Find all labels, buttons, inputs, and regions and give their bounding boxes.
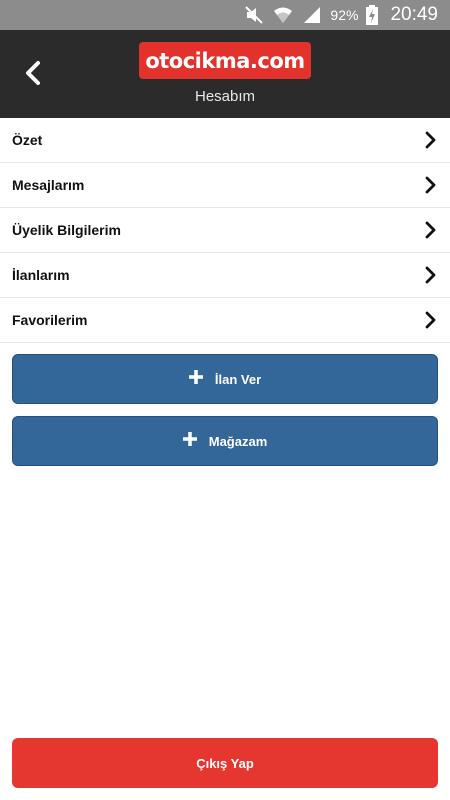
page-title: Hesabım: [194, 88, 256, 105]
chevron-right-icon: [424, 176, 438, 194]
menu-item-ilanlarim[interactable]: İlanlarım: [0, 253, 450, 298]
plus-icon: [188, 369, 203, 389]
chevron-right-icon: [424, 221, 438, 239]
signal-icon: [302, 5, 322, 25]
app-header: otocikma.com Hesabım: [0, 30, 450, 118]
mute-icon: [244, 5, 264, 25]
menu-item-uyelik-bilgilerim[interactable]: Üyelik Bilgilerim: [0, 208, 450, 253]
chevron-right-icon: [424, 311, 438, 329]
account-menu: Özet Mesajlarım Üyelik Bilgilerim İlanla…: [0, 118, 450, 343]
menu-item-label: Özet: [12, 132, 43, 148]
battery-percent: 92%: [330, 7, 359, 23]
my-store-label: Mağazam: [208, 433, 268, 449]
post-ad-button[interactable]: İlan Ver: [12, 354, 438, 404]
wifi-icon: [272, 5, 294, 25]
plus-icon: [182, 431, 197, 451]
chevron-right-icon: [424, 266, 438, 284]
chevron-left-icon: [22, 60, 44, 91]
menu-item-favorilerim[interactable]: Favorilerim: [0, 298, 450, 343]
logout-button[interactable]: Çıkış Yap: [12, 738, 438, 788]
menu-item-mesajlarim[interactable]: Mesajlarım: [0, 163, 450, 208]
battery-charging-icon: [366, 5, 379, 25]
menu-item-label: Favorilerim: [12, 312, 88, 328]
chevron-right-icon: [424, 131, 438, 149]
status-bar: 92% 20:49: [0, 0, 450, 30]
logo: otocikma.com: [139, 42, 311, 79]
menu-item-ozet[interactable]: Özet: [0, 118, 450, 163]
menu-item-label: Üyelik Bilgilerim: [12, 222, 121, 238]
my-store-button[interactable]: Mağazam: [12, 416, 438, 466]
post-ad-label: İlan Ver: [214, 371, 262, 387]
clock: 20:49: [390, 4, 438, 25]
menu-item-label: Mesajlarım: [12, 177, 85, 193]
menu-item-label: İlanlarım: [12, 267, 70, 283]
